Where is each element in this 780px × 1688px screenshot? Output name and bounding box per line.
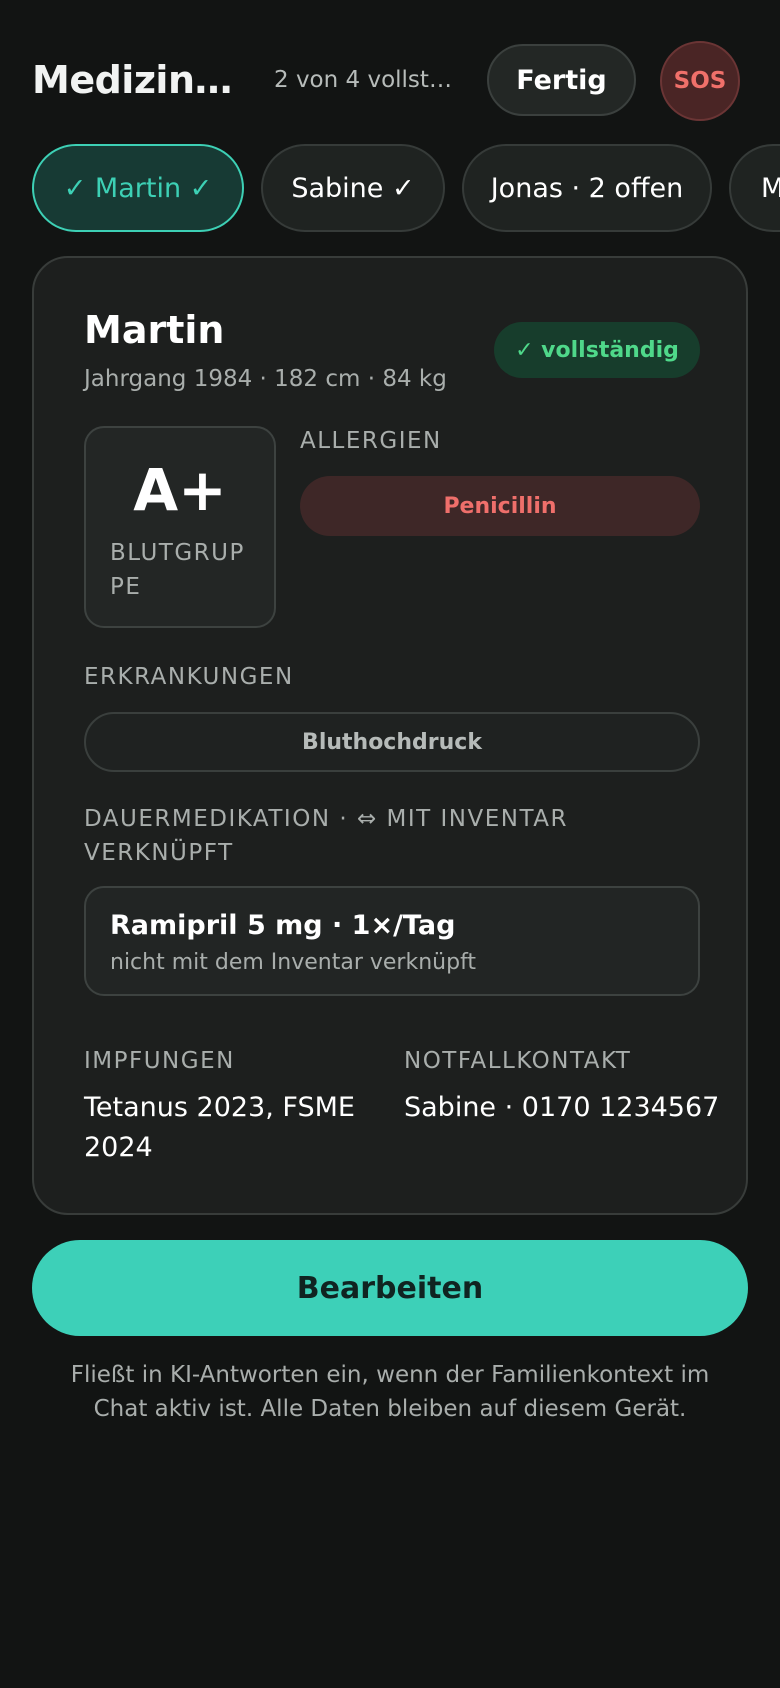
allergies-label: ALLERGIEN: [300, 428, 442, 454]
member-tabs: ✓ Martin ✓ Sabine ✓ Jonas · 2 offen M: [0, 144, 780, 232]
edit-button[interactable]: Bearbeiten: [32, 1240, 748, 1336]
medication-name: Ramipril 5 mg · 1×/Tag: [110, 910, 456, 941]
vaccinations-value: Tetanus 2023, FSME: [84, 1092, 355, 1123]
conditions-label: ERKRANKUNGEN: [84, 664, 294, 690]
header: Medizinische Daten 2 von 4 vollständig F…: [0, 40, 780, 121]
done-button[interactable]: Fertig: [487, 44, 636, 116]
tab-next-member[interactable]: M: [729, 144, 780, 232]
page-title: Medizinische Daten: [32, 58, 234, 102]
blood-group-label: BLUTGRUPPE: [110, 540, 245, 600]
vaccinations-label: IMPFUNGEN: [84, 1048, 235, 1074]
member-name: Martin: [84, 308, 225, 352]
completion-progress: 2 von 4 vollständig: [274, 67, 464, 93]
sos-button[interactable]: SOS: [660, 41, 740, 121]
emergency-contact-value: Sabine · 0170 1234567: [404, 1092, 720, 1123]
medication-item[interactable]: Ramipril 5 mg · 1×/Tag nicht mit dem Inv…: [84, 886, 700, 996]
blood-group-box: A+ BLUTGRUPPE: [84, 426, 276, 628]
privacy-footnote: Fließt in KI-Antworten ein, wenn der Fam…: [40, 1358, 740, 1426]
tab-sabine[interactable]: Sabine ✓: [261, 144, 445, 232]
tab-martin[interactable]: ✓ Martin ✓: [32, 144, 244, 232]
medication-label-continued: VERKNÜPFT: [84, 840, 234, 866]
blood-group-value: A+: [133, 456, 227, 524]
medication-link-status: nicht mit dem Inventar verknüpft: [110, 950, 477, 975]
status-badge: ✓ vollständig: [494, 322, 700, 378]
medical-data-screen: Medizinische Daten 2 von 4 vollständig F…: [0, 0, 780, 1688]
footnote-line-1: Fließt in KI-Antworten ein, wenn der Fam…: [70, 1362, 710, 1388]
allergy-chip: Penicillin: [300, 476, 700, 536]
medication-label: DAUERMEDIKATION · ⇔ MIT INVENTAR: [84, 806, 568, 832]
member-meta: Jahrgang 1984 · 182 cm · 84 kg: [84, 366, 447, 392]
profile-card: Martin Jahrgang 1984 · 182 cm · 84 kg ✓ …: [32, 256, 748, 1215]
tab-jonas[interactable]: Jonas · 2 offen: [462, 144, 712, 232]
vaccinations-value-continued: 2024: [84, 1132, 153, 1163]
condition-chip: Bluthochdruck: [84, 712, 700, 772]
footnote-line-2: Chat aktiv ist. Alle Daten bleiben auf d…: [93, 1396, 687, 1422]
emergency-contact-label: NOTFALLKONTAKT: [404, 1048, 632, 1074]
